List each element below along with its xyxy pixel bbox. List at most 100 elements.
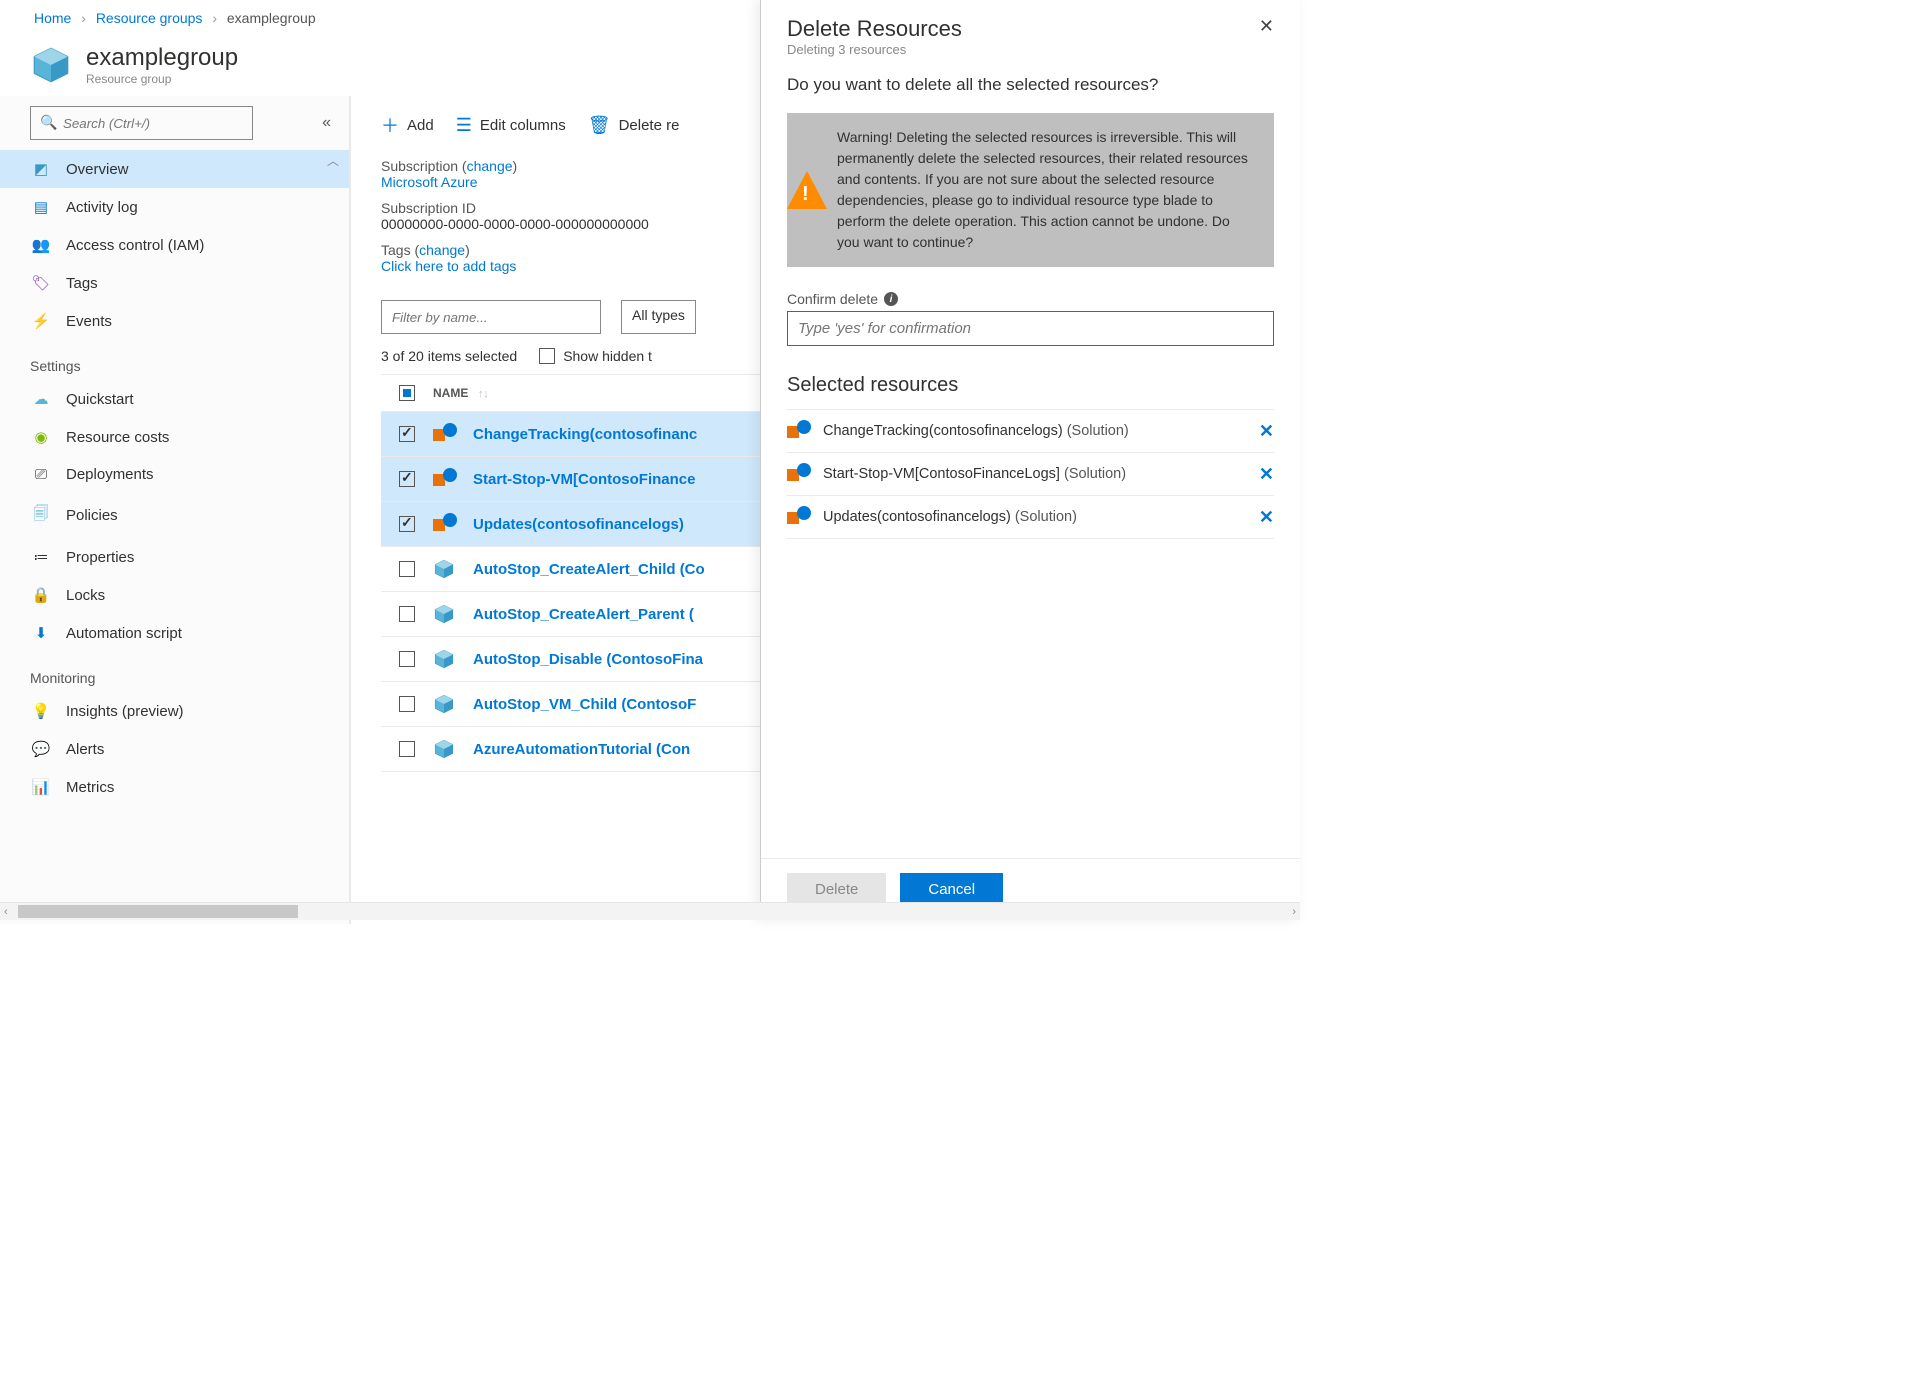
- edit-columns-button[interactable]: ☰ Edit columns: [456, 112, 566, 138]
- column-name[interactable]: NAME ↑↓: [433, 386, 489, 400]
- sidebar-item-metrics[interactable]: 📊 Metrics: [0, 768, 349, 806]
- resource-name[interactable]: AutoStop_VM_Child (ContosoF: [473, 696, 696, 713]
- close-panel-button[interactable]: ✕: [1259, 16, 1274, 57]
- btn-label: Add: [407, 117, 434, 134]
- sidebar-item-properties[interactable]: ≔ Properties: [0, 538, 349, 576]
- btn-label: Delete re: [619, 117, 680, 134]
- sidebar-item-policies[interactable]: 🗐 Policies: [0, 493, 349, 538]
- deployments-icon: ⎚: [30, 466, 52, 483]
- remove-selected-button[interactable]: ✕: [1259, 507, 1274, 528]
- scroll-right-icon[interactable]: ›: [1292, 906, 1296, 918]
- row-checkbox[interactable]: [399, 741, 415, 757]
- row-checkbox[interactable]: [399, 651, 415, 667]
- sidebar-section-settings: Settings: [0, 340, 349, 380]
- confirm-delete-input[interactable]: [787, 311, 1274, 346]
- remove-selected-button[interactable]: ✕: [1259, 421, 1274, 442]
- sidebar-item-activity-log[interactable]: ▤ Activity log: [0, 188, 349, 226]
- type-filter-select[interactable]: All types: [621, 300, 696, 334]
- delete-resources-panel: Delete Resources Deleting 3 resources ✕ …: [760, 0, 1300, 920]
- change-tags-link[interactable]: change: [419, 242, 465, 258]
- info-icon[interactable]: i: [884, 292, 898, 306]
- filter-by-name-input[interactable]: [381, 300, 601, 334]
- solution-icon: [787, 463, 809, 485]
- delete-resource-group-button[interactable]: 🗑 Delete re: [588, 112, 680, 138]
- row-checkbox[interactable]: [399, 606, 415, 622]
- access-control-icon: 👥: [30, 236, 52, 254]
- automation-script-icon: ⬇: [30, 624, 52, 642]
- row-checkbox[interactable]: [399, 516, 415, 532]
- selected-resources-heading: Selected resources: [787, 374, 1274, 397]
- scroll-left-icon[interactable]: ‹: [4, 906, 8, 918]
- scroll-up-icon[interactable]: ︿: [327, 152, 339, 169]
- runbook-icon: [433, 738, 455, 760]
- sidebar-item-automation-script[interactable]: ⬇ Automation script: [0, 614, 349, 652]
- sidebar-item-label: Access control (IAM): [66, 237, 204, 254]
- panel-question: Do you want to delete all the selected r…: [787, 75, 1274, 95]
- panel-title: Delete Resources: [787, 16, 962, 42]
- chevron-right-icon: ›: [212, 10, 217, 26]
- sidebar-item-label: Resource costs: [66, 429, 169, 446]
- solution-icon: [787, 420, 809, 442]
- selected-resource-item: Start-Stop-VM[ContosoFinanceLogs] (Solut…: [787, 453, 1274, 496]
- selection-summary: 3 of 20 items selected: [381, 348, 517, 364]
- sidebar-item-locks[interactable]: 🔒 Locks: [0, 576, 349, 614]
- breadcrumb-home[interactable]: Home: [34, 10, 71, 26]
- policies-icon: 🗐: [30, 503, 52, 528]
- sidebar-item-tags[interactable]: 🏷 Tags: [0, 264, 349, 302]
- sidebar-item-label: Tags: [66, 275, 98, 292]
- subscription-value[interactable]: Microsoft Azure: [381, 174, 477, 190]
- panel-subtitle: Deleting 3 resources: [787, 42, 962, 57]
- alerts-icon: 💬: [30, 740, 52, 758]
- sidebar-item-alerts[interactable]: 💬 Alerts: [0, 730, 349, 768]
- insights-icon: 💡: [30, 702, 52, 720]
- cube-icon: ◩: [30, 160, 52, 178]
- sidebar-item-label: Activity log: [66, 199, 138, 216]
- resource-name[interactable]: AutoStop_Disable (ContosoFina: [473, 651, 703, 668]
- solution-icon: [433, 513, 455, 535]
- resource-name[interactable]: AzureAutomationTutorial (Con: [473, 741, 690, 758]
- sidebar-item-deployments[interactable]: ⎚ Deployments: [0, 456, 349, 493]
- row-checkbox[interactable]: [399, 561, 415, 577]
- row-checkbox[interactable]: [399, 426, 415, 442]
- resource-name[interactable]: AutoStop_CreateAlert_Parent (: [473, 606, 694, 623]
- sidebar-item-resource-costs[interactable]: ◉ Resource costs: [0, 418, 349, 456]
- warning-box: Warning! Deleting the selected resources…: [787, 113, 1274, 267]
- page-subtitle: Resource group: [86, 72, 238, 86]
- sidebar-item-events[interactable]: ⚡ Events: [0, 302, 349, 340]
- resource-name[interactable]: Updates(contosofinancelogs): [473, 516, 684, 533]
- activity-log-icon: ▤: [30, 198, 52, 216]
- add-tags-link[interactable]: Click here to add tags: [381, 258, 516, 274]
- row-checkbox[interactable]: [399, 471, 415, 487]
- sidebar-item-overview[interactable]: ◩ Overview: [0, 150, 349, 188]
- remove-selected-button[interactable]: ✕: [1259, 464, 1274, 485]
- scrollbar-thumb[interactable]: [18, 905, 298, 918]
- add-button[interactable]: ＋ Add: [381, 112, 434, 138]
- sidebar-section-monitoring: Monitoring: [0, 652, 349, 692]
- resource-name[interactable]: ChangeTracking(contosofinanc: [473, 426, 697, 443]
- sidebar-item-label: Deployments: [66, 466, 154, 483]
- change-subscription-link[interactable]: change: [467, 158, 513, 174]
- sidebar-item-quickstart[interactable]: ☁ Quickstart: [0, 380, 349, 418]
- resource-name[interactable]: AutoStop_CreateAlert_Child (Co: [473, 561, 705, 578]
- metrics-icon: 📊: [30, 778, 52, 796]
- selected-resource-name: ChangeTracking(contosofinancelogs) (Solu…: [823, 423, 1245, 439]
- sidebar-item-insights[interactable]: 💡 Insights (preview): [0, 692, 349, 730]
- solution-icon: [433, 423, 455, 445]
- runbook-icon: [433, 558, 455, 580]
- chevron-right-icon: ›: [81, 10, 86, 26]
- search-input[interactable]: [30, 106, 253, 140]
- breadcrumb-current: examplegroup: [227, 10, 316, 26]
- warning-icon: [787, 171, 827, 209]
- sidebar: 🔍 « ︿ ◩ Overview ▤ Activity log 👥 Access…: [0, 96, 350, 924]
- show-hidden-checkbox[interactable]: [539, 348, 555, 364]
- collapse-sidebar-button[interactable]: «: [322, 114, 331, 132]
- horizontal-scrollbar[interactable]: ‹ ›: [0, 902, 1300, 920]
- breadcrumb-resource-groups[interactable]: Resource groups: [96, 10, 203, 26]
- btn-label: Edit columns: [480, 117, 566, 134]
- row-checkbox[interactable]: [399, 696, 415, 712]
- sidebar-item-label: Metrics: [66, 779, 114, 796]
- resource-name[interactable]: Start-Stop-VM[ContosoFinance: [473, 471, 696, 488]
- sidebar-item-access-control[interactable]: 👥 Access control (IAM): [0, 226, 349, 264]
- select-all-checkbox[interactable]: [399, 385, 415, 401]
- sidebar-item-label: Insights (preview): [66, 703, 184, 720]
